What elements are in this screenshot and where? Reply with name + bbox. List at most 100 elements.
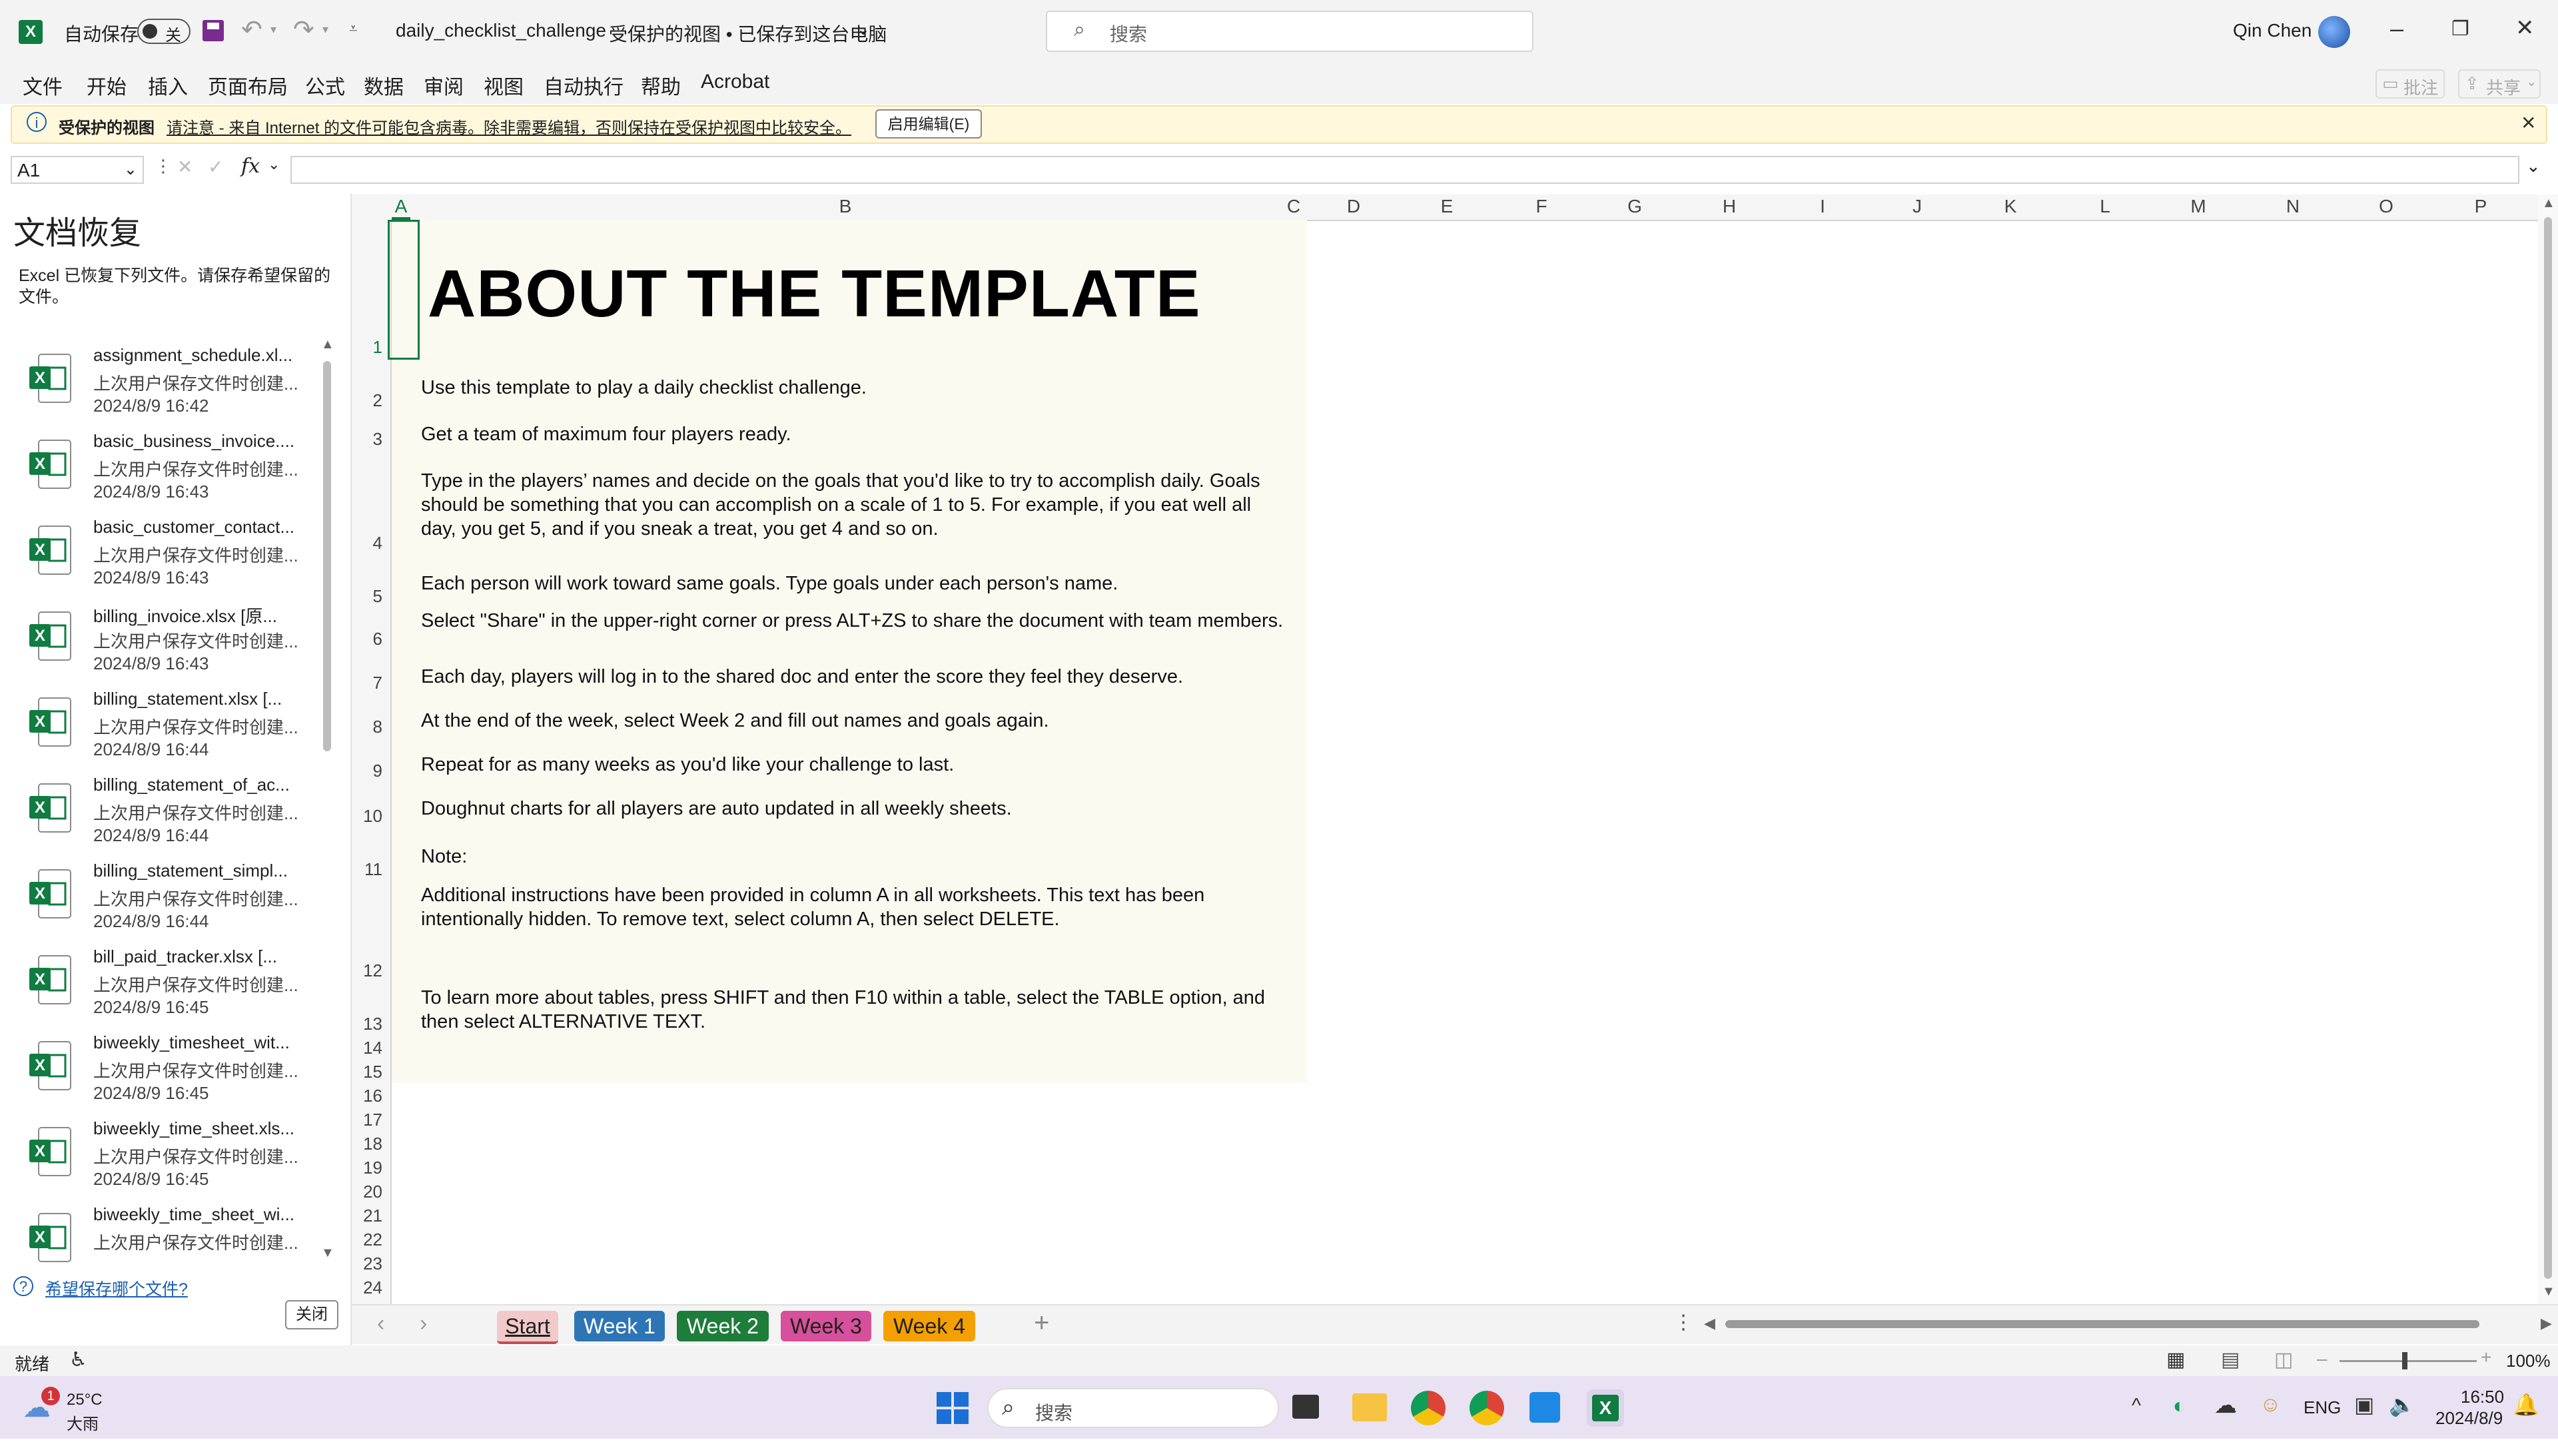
row-header[interactable]: 14 (363, 1038, 382, 1058)
zoom-slider-thumb[interactable] (2402, 1352, 2407, 1369)
list-item[interactable]: X biweekly_time_sheet_wi... 上次用户保存文件时创建.… (0, 1200, 326, 1285)
cell-b11-note[interactable]: Note: (421, 845, 1287, 869)
volume-icon[interactable]: 🔈 (2389, 1392, 2415, 1417)
notification-bell-icon[interactable]: 🔔 (2513, 1392, 2539, 1417)
cell-b11[interactable]: Additional instructions have been provid… (421, 883, 1287, 931)
row-header[interactable]: 3 (373, 429, 382, 450)
horizontal-scrollbar[interactable]: ◀ ▶ (1704, 1312, 2558, 1336)
clock-date[interactable]: 2024/8/9 (2435, 1408, 2503, 1429)
zoom-level[interactable]: 100% (2506, 1351, 2551, 1371)
menu-automate[interactable]: 自动执行 (544, 71, 624, 100)
autosave-toggle[interactable]: 关 (137, 19, 191, 45)
taskbar-search[interactable]: ⌕ 搜索 (987, 1388, 1279, 1428)
cell-b13[interactable]: To learn more about tables, press SHIFT … (421, 986, 1287, 1034)
cell-b3[interactable]: Get a team of maximum four players ready… (421, 422, 1287, 446)
protected-view-message[interactable]: 请注意 - 来自 Internet 的文件可能包含病毒。除非需要编辑，否则保持在… (167, 115, 851, 138)
column-header-n[interactable]: N (2246, 196, 2340, 217)
row-header[interactable]: 21 (363, 1206, 382, 1226)
more-options-icon[interactable]: ⋮ (155, 156, 172, 177)
tab-week-2[interactable]: Week 2 (677, 1311, 769, 1341)
row-header[interactable]: 19 (363, 1158, 382, 1178)
row-header[interactable]: 5 (373, 586, 382, 607)
cell-b9[interactable]: Repeat for as many weeks as you'd like y… (421, 753, 1287, 777)
row-header[interactable]: 8 (373, 717, 382, 737)
row-header[interactable]: 17 (363, 1110, 382, 1130)
menu-page-layout[interactable]: 页面布局 (208, 71, 288, 100)
scroll-right-icon[interactable]: ▶ (2541, 1315, 2552, 1332)
cell-b6[interactable]: Select "Share" in the upper-right corner… (421, 609, 1287, 633)
row-header[interactable]: 13 (363, 1014, 382, 1034)
tab-week-1[interactable]: Week 1 (574, 1311, 665, 1341)
column-header-d[interactable]: D (1307, 196, 1400, 217)
tab-scroll-left-icon[interactable]: ‹ (377, 1311, 384, 1337)
menu-view[interactable]: 视图 (484, 71, 524, 100)
menu-review[interactable]: 审阅 (424, 71, 464, 100)
zoom-in-icon[interactable]: + (2481, 1347, 2491, 1368)
row-header[interactable]: 23 (363, 1254, 382, 1274)
search-box[interactable]: ⌕ 搜索 (1046, 11, 1533, 52)
column-header-p[interactable]: P (2434, 196, 2527, 217)
row-header[interactable]: 6 (373, 629, 382, 649)
tab-start[interactable]: Start (497, 1311, 558, 1344)
tab-week-4[interactable]: Week 4 (883, 1311, 975, 1341)
row-header[interactable]: 10 (363, 806, 382, 827)
menu-home[interactable]: 开始 (87, 71, 127, 100)
which-files-link[interactable]: 希望保存哪个文件? (45, 1276, 188, 1300)
scroll-down-icon[interactable]: ▼ (2542, 1284, 2555, 1299)
column-header-i[interactable]: I (1776, 196, 1869, 217)
comment-button[interactable]: ▭ 批注 (2375, 69, 2445, 99)
clock-time[interactable]: 16:50 (2461, 1387, 2504, 1407)
weather-widget[interactable]: ☁ 1 25°C 大雨 (19, 1387, 132, 1433)
onedrive-icon[interactable]: ☁ (2214, 1392, 2237, 1419)
list-item[interactable]: X billing_invoice.xlsx [原... 上次用户保存文件时创建… (0, 599, 326, 684)
scroll-down-icon[interactable]: ▼ (321, 1246, 334, 1261)
selected-cell-a1[interactable] (388, 220, 420, 360)
column-header-m[interactable]: M (2152, 196, 2245, 217)
tab-week-3[interactable]: Week 3 (781, 1311, 871, 1341)
chrome-icon[interactable] (1411, 1391, 1446, 1425)
column-header-h[interactable]: H (1683, 196, 1776, 217)
confirm-entry-icon[interactable]: ✓ (208, 156, 223, 178)
cell-b5[interactable]: Each person will work toward same goals.… (421, 571, 1287, 595)
column-header-b[interactable]: B (410, 196, 1280, 217)
task-view-icon[interactable] (1292, 1395, 1319, 1419)
chrome-profile-icon[interactable] (1470, 1391, 1504, 1425)
menu-data[interactable]: 数据 (364, 71, 404, 100)
recovery-scrollbar[interactable]: ▲ ▼ (320, 337, 334, 1260)
list-item[interactable]: X assignment_schedule.xl... 上次用户保存文件时创建.… (0, 341, 326, 426)
row-header[interactable]: 16 (363, 1086, 382, 1106)
user-name[interactable]: Qin Chen (2233, 20, 2312, 41)
close-recovery-button[interactable]: 关闭 (285, 1300, 338, 1329)
cell-b7[interactable]: Each day, players will log in to the sha… (421, 665, 1287, 689)
list-item[interactable]: X basic_business_invoice.... 上次用户保存文件时创建… (0, 427, 326, 512)
row-header[interactable]: 4 (373, 533, 382, 553)
file-explorer-icon[interactable] (1352, 1393, 1387, 1421)
menu-file[interactable]: 文件 (23, 71, 63, 100)
show-hidden-icons[interactable]: ^ (2132, 1395, 2141, 1417)
row-header[interactable]: 22 (363, 1230, 382, 1250)
menu-help[interactable]: 帮助 (641, 71, 681, 100)
row-header[interactable]: 24 (363, 1277, 382, 1298)
list-item[interactable]: X biweekly_time_sheet.xls... 上次用户保存文件时创建… (0, 1114, 326, 1200)
menu-acrobat[interactable]: Acrobat (701, 71, 769, 93)
list-item[interactable]: X biweekly_timesheet_wit... 上次用户保存文件时创建.… (0, 1028, 326, 1114)
edge-sync-icon[interactable]: ◐ (2173, 1393, 2186, 1418)
document-status[interactable]: 受保护的视图 • 已保存到这台电脑 (609, 20, 887, 47)
list-item[interactable]: X basic_customer_contact... 上次用户保存文件时创建.… (0, 513, 326, 598)
undo-dropdown-icon[interactable]: ▾ (270, 23, 276, 37)
list-item[interactable]: X billing_statement_of_ac... 上次用户保存文件时创建… (0, 771, 326, 856)
vscode-icon[interactable] (1529, 1392, 1560, 1423)
scroll-up-icon[interactable]: ▲ (321, 337, 334, 352)
start-icon[interactable] (937, 1392, 969, 1424)
page-break-view-icon[interactable]: ◫ (2274, 1348, 2293, 1371)
row-header[interactable]: 20 (363, 1182, 382, 1202)
network-icon[interactable]: ▣ (2354, 1392, 2374, 1417)
column-header-o[interactable]: O (2340, 196, 2433, 217)
row-header[interactable]: 11 (364, 859, 382, 880)
name-box[interactable]: A1 ⌄ (11, 156, 144, 184)
column-header-k[interactable]: K (1964, 196, 2057, 217)
expand-formula-icon[interactable]: ⌄ (2526, 156, 2541, 177)
insert-function-dropdown-icon[interactable]: ⌄ (268, 156, 280, 173)
page-layout-view-icon[interactable]: ▤ (2221, 1348, 2240, 1371)
language-indicator[interactable]: ENG (2304, 1397, 2341, 1418)
